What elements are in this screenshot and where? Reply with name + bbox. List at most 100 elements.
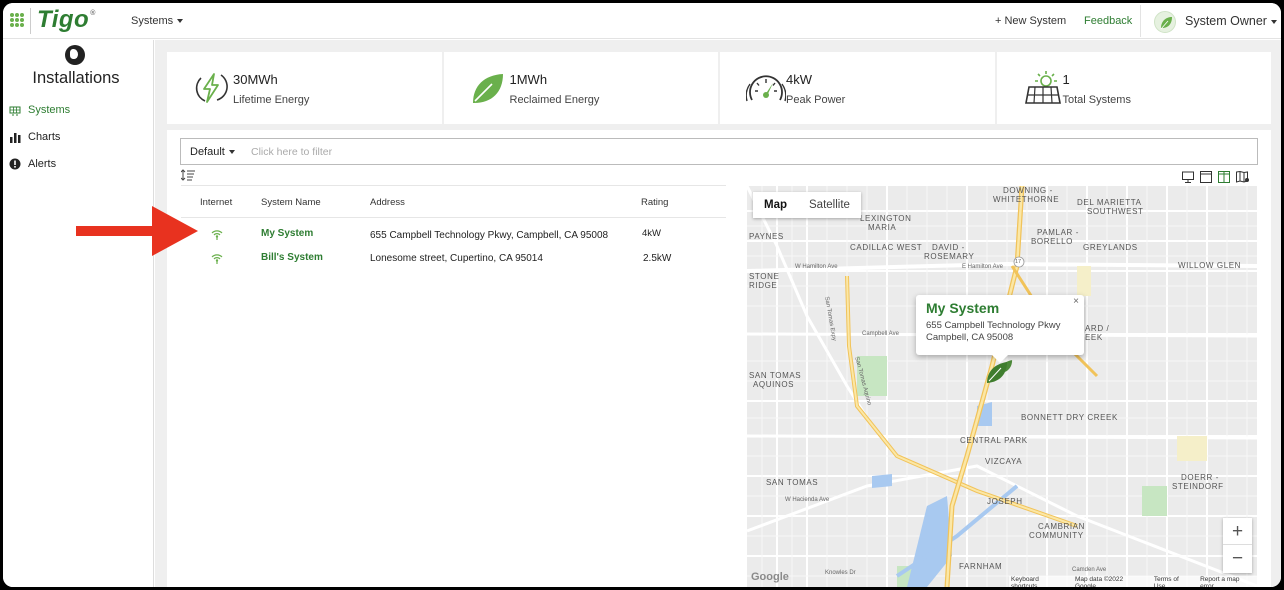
user-avatar[interactable] — [1154, 11, 1176, 33]
close-icon[interactable]: × — [1073, 296, 1079, 307]
info-window-title[interactable]: My System — [926, 300, 999, 316]
system-rating: 4kW — [642, 228, 661, 239]
stats-bar: 30MWh Lifetime Energy 1MWh Reclaimed Ene… — [167, 52, 1271, 124]
filter-input[interactable] — [251, 140, 1251, 163]
stat-card-reclaimed-energy: 1MWh Reclaimed Energy — [443, 52, 718, 124]
column-header-address[interactable]: Address — [370, 197, 405, 208]
map-label: STONE — [749, 272, 780, 281]
map-label: SOUTHWEST — [1087, 207, 1144, 216]
list-view-icon[interactable] — [1200, 170, 1212, 183]
table-header: Internet System Name Address Rating — [181, 185, 726, 218]
stat-value: 1 — [1062, 72, 1070, 87]
map-label: Campbell Ave — [862, 331, 899, 337]
split-view-icon[interactable] — [1218, 170, 1230, 183]
globe-icon — [65, 45, 85, 65]
sidebar-item-charts[interactable]: Charts — [9, 131, 60, 143]
map-label: WHITETHORNE — [993, 195, 1060, 204]
info-window-address-line-2: Campbell, CA 95008 — [926, 332, 1014, 343]
stat-value: 30MWh — [233, 72, 278, 87]
system-name-link[interactable]: My System — [261, 228, 313, 239]
report-error-link[interactable]: Report a map error — [1200, 576, 1255, 587]
feedback-link[interactable]: Feedback — [1084, 15, 1132, 27]
monitor-view-icon[interactable] — [1182, 170, 1194, 183]
map-label: DEL MARIETTA — [1077, 198, 1142, 207]
map-label: DAVID - — [932, 243, 965, 252]
table-row[interactable]: Bill's System Lonesome street, Cupertino… — [181, 245, 726, 270]
zoom-in-button[interactable]: + — [1223, 518, 1252, 545]
map-label: W Hacienda Ave — [785, 497, 830, 503]
info-window-address-line-1: 655 Campbell Technology Pkwy — [926, 320, 1061, 331]
zoom-control: + − — [1223, 518, 1252, 573]
map-label: BONNETT DRY CREEK — [1021, 413, 1118, 422]
filter-preset-dropdown[interactable]: Default — [190, 146, 235, 158]
map-label: LEXINGTON — [860, 214, 912, 223]
red-arrow-icon — [76, 206, 198, 256]
stat-value: 1MWh — [509, 72, 548, 87]
map-label: RIDGE — [749, 281, 778, 290]
map-label: CENTRAL PARK — [960, 436, 1028, 445]
map-label: CADILLAC WEST — [850, 243, 923, 252]
map-label: WILLOW GLEN — [1178, 261, 1242, 270]
map-view[interactable]: DOWNING - WHITETHORNE DEL MARIETTA SOUTH… — [747, 186, 1257, 587]
map-label: ROSEMARY — [924, 252, 975, 261]
map-label: W Hamilton Ave — [795, 264, 838, 270]
view-toggle-group — [1182, 170, 1249, 183]
google-logo[interactable]: Google — [751, 571, 789, 583]
column-header-system-name[interactable]: System Name — [261, 197, 321, 208]
solar-panel-sun-icon — [1023, 70, 1061, 106]
leaf-icon — [470, 70, 506, 106]
stat-card-total-systems: 1 Total Systems — [996, 52, 1271, 124]
stat-label: Lifetime Energy — [233, 94, 310, 106]
alert-icon — [9, 158, 21, 170]
satellite-tab[interactable]: Satellite — [798, 192, 861, 218]
column-header-rating[interactable]: Rating — [641, 197, 668, 208]
map-label: EEK — [1085, 333, 1103, 342]
map-label: COMMUNITY — [1029, 531, 1084, 540]
map-label: MARIA — [868, 223, 897, 232]
column-header-internet[interactable]: Internet — [200, 197, 232, 208]
app-grid-icon[interactable] — [10, 13, 24, 27]
bar-chart-icon — [9, 131, 21, 143]
stat-card-peak-power: 4kW Peak Power — [720, 52, 995, 124]
map-label: E Hamilton Ave — [962, 264, 1003, 270]
sort-icon[interactable] — [180, 169, 195, 184]
map-tab[interactable]: Map — [753, 192, 798, 218]
map-route-label: 17 — [1015, 259, 1022, 265]
systems-table: Internet System Name Address Rating My S… — [181, 185, 726, 270]
stat-label: Total Systems — [1062, 94, 1131, 106]
terms-link[interactable]: Terms of Use — [1154, 576, 1192, 587]
map-view-icon[interactable] — [1236, 170, 1249, 183]
sidebar-item-label: Charts — [28, 131, 61, 143]
map-label: AQUINOS — [753, 380, 795, 389]
top-bar: Tigo® Systems + New System Feedback Syst… — [3, 3, 1281, 39]
map-canvas[interactable] — [747, 186, 1257, 587]
new-system-button[interactable]: + New System — [995, 15, 1066, 27]
systems-nav-dropdown[interactable]: Systems — [131, 15, 184, 27]
map-label: Camden Ave — [1072, 567, 1107, 573]
sidebar-item-alerts[interactable]: Alerts — [9, 158, 56, 170]
wifi-signal-icon — [210, 227, 224, 240]
system-rating: 2.5kW — [643, 253, 672, 264]
app-window: Tigo® Systems + New System Feedback Syst… — [3, 3, 1281, 587]
keyboard-shortcuts-link[interactable]: Keyboard shortcuts — [1011, 576, 1067, 587]
map-label: SAN TOMAS — [749, 371, 802, 380]
system-address: Lonesome street, Cupertino, CA 95014 — [370, 253, 543, 264]
stat-label: Peak Power — [786, 94, 846, 106]
map-label: STEINDORF — [1172, 482, 1224, 491]
table-row[interactable]: My System 655 Campbell Technology Pkwy, … — [181, 221, 726, 246]
zoom-out-button[interactable]: − — [1223, 545, 1252, 572]
divider — [30, 8, 31, 34]
system-name-link[interactable]: Bill's System — [261, 252, 323, 263]
map-label: DOERR - — [1181, 473, 1219, 482]
sidebar-item-label: Systems — [28, 104, 71, 116]
map-label: DOWNING - — [1003, 186, 1053, 195]
user-menu[interactable]: System Owner — [1185, 14, 1277, 28]
map-label: BORELLO — [1031, 237, 1073, 246]
sidebar-item-label: Alerts — [28, 158, 57, 170]
map-label: FARNHAM — [959, 562, 1003, 571]
tigo-logo[interactable]: Tigo® — [37, 6, 96, 34]
solar-panel-icon — [9, 104, 21, 116]
stat-card-lifetime-energy: 30MWh Lifetime Energy — [167, 52, 442, 124]
sidebar-item-systems[interactable]: Systems — [9, 104, 70, 116]
wifi-signal-icon — [210, 251, 224, 264]
